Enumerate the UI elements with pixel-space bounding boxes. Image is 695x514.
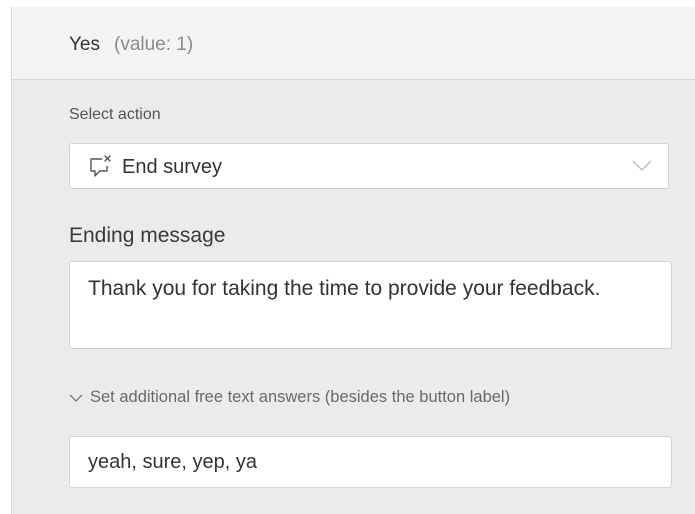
- ending-message-textarea[interactable]: Thank you for taking the time to provide…: [69, 261, 672, 349]
- ending-message-label: Ending message: [69, 224, 226, 247]
- action-select[interactable]: End survey: [69, 143, 669, 189]
- chevron-down-icon: [69, 394, 83, 402]
- answer-option-header[interactable]: Yes (value: 1): [12, 7, 695, 80]
- end-survey-chat-icon: [90, 155, 111, 177]
- action-select-value: End survey: [122, 156, 223, 178]
- free-text-answers-toggle-label: Set additional free text answers (beside…: [90, 388, 511, 406]
- free-text-answers-toggle[interactable]: Set additional free text answers (beside…: [69, 388, 510, 407]
- select-action-label: Select action: [69, 106, 161, 123]
- answer-option-label: Yes: [69, 34, 100, 55]
- answer-option-panel: Yes (value: 1) Select action End survey E…: [11, 7, 695, 514]
- free-text-answers-input[interactable]: yeah, sure, yep, ya: [69, 436, 672, 488]
- answer-option-value: (value: 1): [114, 34, 194, 55]
- answer-option-title: Yes (value: 1): [69, 34, 193, 56]
- chevron-down-icon: [632, 160, 652, 172]
